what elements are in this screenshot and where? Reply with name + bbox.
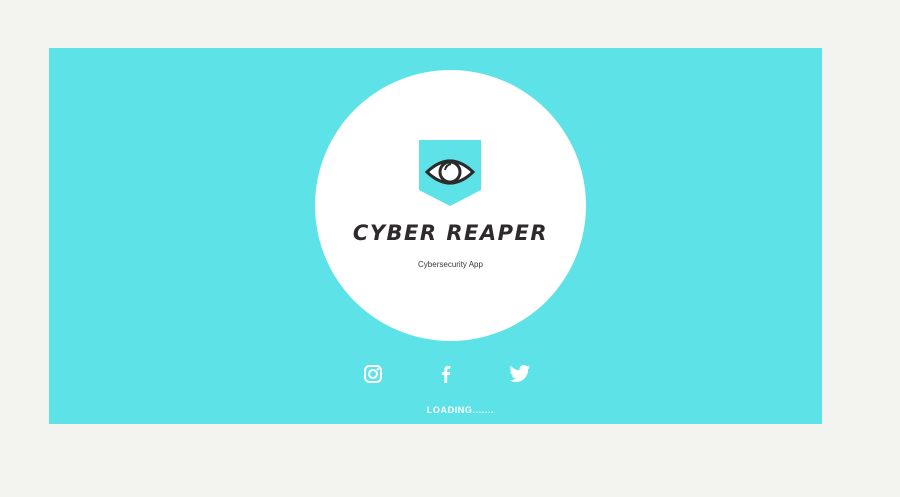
splash-screen: CYBER REAPER Cybersecurity App LOADING..… — [49, 48, 822, 424]
facebook-icon — [441, 366, 451, 383]
facebook-link[interactable] — [435, 363, 457, 385]
instagram-icon — [364, 365, 382, 383]
twitter-link[interactable] — [509, 363, 531, 385]
app-subtitle: Cybersecurity App — [418, 260, 483, 269]
twitter-icon — [509, 365, 531, 383]
app-title: CYBER REAPER — [352, 221, 549, 245]
logo-badge: CYBER REAPER Cybersecurity App — [315, 70, 586, 341]
loading-status: LOADING....... — [426, 405, 495, 415]
eye-shield-icon — [419, 140, 481, 206]
instagram-link[interactable] — [362, 363, 384, 385]
